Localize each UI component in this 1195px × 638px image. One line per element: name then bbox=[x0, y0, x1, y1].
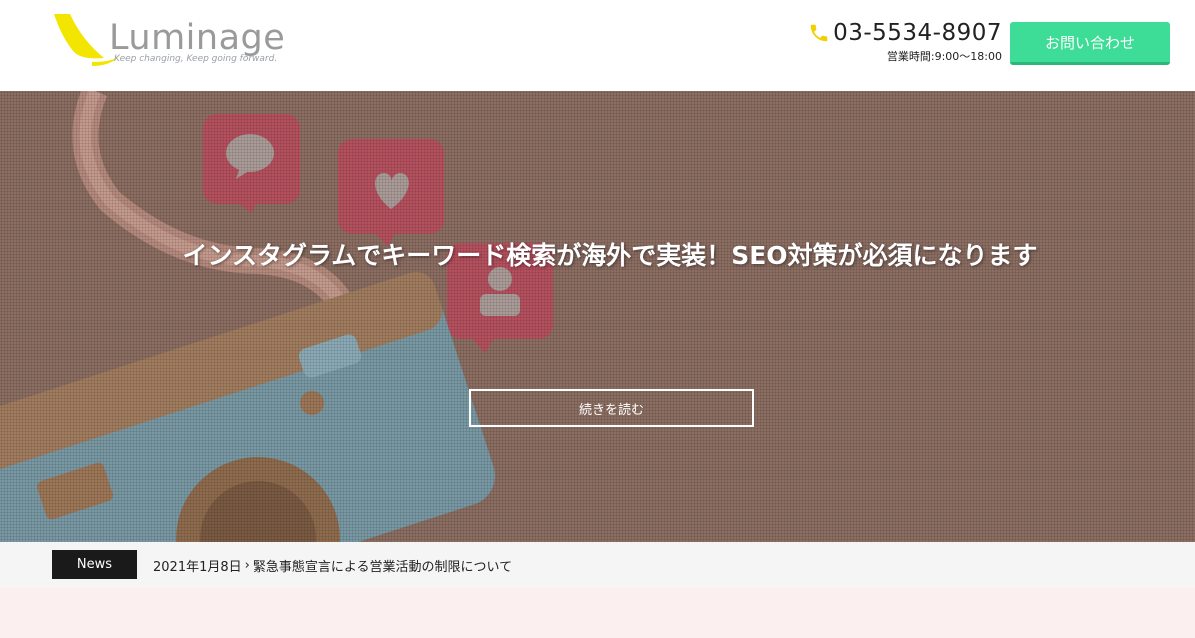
chevron-right-icon: › bbox=[244, 558, 250, 573]
site-logo[interactable]: Luminage Keep changing, Keep going forwa… bbox=[52, 12, 292, 68]
phone-number[interactable]: 03-5534-8907 bbox=[833, 20, 1002, 46]
content-section bbox=[0, 588, 1195, 638]
contact-info: 03-5534-8907 営業時間:9:00～18:00 bbox=[808, 20, 1002, 64]
logo-tagline: Keep changing, Keep going forward. bbox=[114, 54, 278, 64]
site-header: Luminage Keep changing, Keep going forwa… bbox=[0, 0, 1195, 91]
logo-text: Luminage bbox=[109, 18, 286, 58]
hero-title[interactable]: インスタグラムでキーワード検索が海外で実装！SEO対策が必須になります bbox=[150, 234, 1070, 278]
hero-dot-overlay bbox=[0, 91, 1195, 542]
phone-row: 03-5534-8907 bbox=[808, 20, 1002, 46]
news-headline-link[interactable]: 緊急事態宣言による営業活動の制限について bbox=[253, 556, 512, 575]
news-ticker: News 2021年1月8日 › 緊急事態宣言による営業活動の制限について bbox=[0, 542, 1195, 588]
hero-slide: インスタグラムでキーワード検索が海外で実装！SEO対策が必須になります 続きを読… bbox=[0, 91, 1195, 542]
phone-icon bbox=[810, 24, 828, 42]
read-more-button[interactable]: 続きを読む bbox=[469, 389, 754, 427]
news-item: 2021年1月8日 › 緊急事態宣言による営業活動の制限について bbox=[153, 556, 512, 575]
news-date: 2021年1月8日 bbox=[153, 560, 242, 575]
news-label: News bbox=[52, 550, 137, 579]
contact-button[interactable]: お問い合わせ bbox=[1010, 22, 1170, 65]
business-hours: 営業時間:9:00～18:00 bbox=[886, 50, 1002, 63]
